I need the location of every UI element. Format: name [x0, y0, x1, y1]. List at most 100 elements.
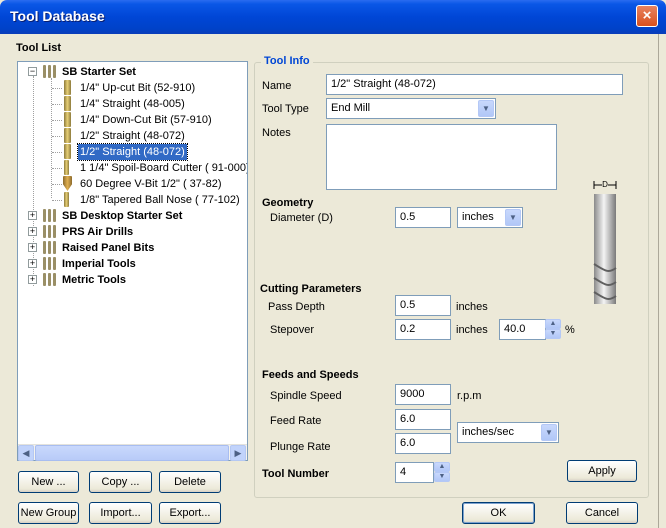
- notes-textarea[interactable]: [326, 124, 557, 190]
- tree-item-label: 1/4" Straight (48-005): [80, 98, 185, 110]
- spin-up-icon[interactable]: ▲: [434, 462, 450, 472]
- ok-button[interactable]: OK: [462, 502, 535, 524]
- chevron-down-icon[interactable]: ▼: [541, 424, 557, 441]
- scrollbar-thumb[interactable]: [35, 445, 229, 461]
- feeds-speeds-title: Feeds and Speeds: [262, 369, 359, 381]
- plunge-rate-label: Plunge Rate: [270, 441, 331, 453]
- tree-item-label: 1/4" Up-cut Bit (52-910): [80, 82, 196, 94]
- expand-icon[interactable]: +: [28, 243, 37, 252]
- window-title: Tool Database: [10, 8, 105, 24]
- pass-depth-label: Pass Depth: [268, 301, 325, 313]
- scroll-right-arrow-icon[interactable]: ▶: [230, 445, 246, 461]
- tool-group-icon: [42, 273, 60, 286]
- tool-number-label: Tool Number: [262, 468, 330, 480]
- tree-horizontal-scrollbar[interactable]: ◀ ▶: [18, 444, 247, 461]
- end-mill-bit-icon: [64, 128, 71, 143]
- end-mill-bit-icon: [64, 144, 71, 159]
- tree-connector: [52, 88, 62, 89]
- tree-connector: [52, 168, 62, 169]
- tree-connector: [52, 104, 62, 105]
- stepover-percent-field[interactable]: 40.0: [499, 319, 546, 340]
- tree-group-label: Metric Tools: [62, 274, 126, 286]
- tree-group-label: PRS Air Drills: [62, 226, 134, 238]
- tree-connector: [52, 152, 62, 153]
- tree-item-label: 1/8" Tapered Ball Nose ( 77-102): [80, 194, 240, 206]
- tool-name-field[interactable]: 1/2" Straight (48-072): [326, 74, 623, 95]
- diameter-field[interactable]: 0.5: [395, 207, 451, 228]
- plunge-rate-field[interactable]: 6.0: [395, 433, 451, 454]
- window-right-edge: [658, 34, 666, 528]
- tree-line-root: [33, 76, 34, 286]
- tool-info-title: Tool Info: [261, 55, 313, 67]
- new-tool-button[interactable]: New ...: [18, 471, 79, 493]
- stepover-field[interactable]: 0.2: [395, 319, 451, 340]
- spindle-speed-label: Spindle Speed: [270, 390, 342, 402]
- cancel-button[interactable]: Cancel: [566, 502, 638, 524]
- copy-tool-button[interactable]: Copy ...: [89, 471, 152, 493]
- end-mill-bit-icon: [64, 112, 71, 127]
- tree-line-children: [51, 78, 52, 198]
- spin-down-icon[interactable]: ▼: [434, 472, 450, 482]
- rate-units-value: inches/sec: [462, 426, 514, 438]
- name-label: Name: [262, 80, 292, 92]
- diameter-label: Diameter (D): [270, 212, 333, 224]
- expand-icon[interactable]: +: [28, 227, 37, 236]
- collapse-icon[interactable]: −: [28, 67, 37, 76]
- tool-group-icon: [42, 257, 60, 270]
- tree-item-label: 1/4" Down-Cut Bit (57-910): [80, 114, 212, 126]
- spindle-speed-unit: r.p.m: [457, 390, 482, 402]
- tool-type-select[interactable]: End Mill ▼: [326, 98, 496, 119]
- expand-icon[interactable]: +: [28, 275, 37, 284]
- tree-item-label: 60 Degree V-Bit 1/2" ( 37-82): [80, 178, 222, 190]
- diameter-units-value: inches: [462, 211, 494, 223]
- expand-icon[interactable]: +: [28, 211, 37, 220]
- ball-nose-bit-icon: [64, 192, 69, 207]
- chevron-down-icon[interactable]: ▼: [478, 100, 494, 117]
- tree-connector: [52, 200, 62, 201]
- import-button[interactable]: Import...: [89, 502, 152, 524]
- spindle-speed-field[interactable]: 9000: [395, 384, 451, 405]
- v-bit-icon: [63, 176, 72, 191]
- end-mill-bit-icon: [64, 80, 71, 95]
- pass-depth-unit: inches: [456, 301, 488, 313]
- chevron-down-icon[interactable]: ▼: [505, 209, 521, 226]
- tool-number-spinner[interactable]: ▲ ▼: [434, 462, 450, 483]
- tree-group-label: Imperial Tools: [62, 258, 136, 270]
- spin-up-icon[interactable]: ▲: [545, 319, 561, 329]
- new-group-button[interactable]: New Group: [18, 502, 79, 524]
- stepover-unit: inches: [456, 324, 488, 336]
- tree-group-label: Raised Panel Bits: [62, 242, 155, 254]
- delete-tool-button[interactable]: Delete: [159, 471, 221, 493]
- tool-group-icon: [42, 225, 60, 238]
- tree-item-label: 1/2" Straight (48-072): [77, 143, 188, 161]
- tool-type-value: End Mill: [331, 102, 371, 114]
- cutting-parameters-title: Cutting Parameters: [260, 283, 362, 295]
- diameter-units-select[interactable]: inches ▼: [457, 207, 523, 228]
- rate-units-select[interactable]: inches/sec ▼: [457, 422, 559, 443]
- stepover-label: Stepover: [270, 324, 315, 336]
- tree-connector: [52, 120, 62, 121]
- tool-group-icon: [42, 241, 60, 254]
- stepover-spinner[interactable]: ▲ ▼: [545, 319, 561, 340]
- end-mill-bit-icon: [64, 96, 71, 111]
- tool-group-icon: [42, 209, 60, 222]
- expand-icon[interactable]: +: [28, 259, 37, 268]
- tree-item-label: 1/2" Straight (48-072): [80, 130, 185, 142]
- tool-database-window: Tool Database × Tool List − SB Starter S…: [0, 0, 666, 528]
- tool-group-icon: [42, 65, 60, 78]
- feed-rate-field[interactable]: 6.0: [395, 409, 451, 430]
- close-button[interactable]: ×: [636, 5, 658, 27]
- tree-group-label: SB Desktop Starter Set: [62, 210, 183, 222]
- geometry-title: Geometry: [262, 197, 314, 209]
- tool-diagram: D: [590, 178, 620, 308]
- diagram-d-label: D: [602, 180, 608, 189]
- tool-number-field[interactable]: 4: [395, 462, 434, 483]
- notes-label: Notes: [262, 127, 291, 139]
- tool-tree[interactable]: − SB Starter Set 1/4" Up-cut Bit (52-910…: [17, 61, 248, 461]
- pass-depth-field[interactable]: 0.5: [395, 295, 451, 316]
- spin-down-icon[interactable]: ▼: [545, 329, 561, 339]
- title-bar[interactable]: Tool Database ×: [0, 0, 666, 34]
- export-button[interactable]: Export...: [159, 502, 221, 524]
- scroll-left-arrow-icon[interactable]: ◀: [18, 445, 34, 461]
- apply-button[interactable]: Apply: [567, 460, 637, 482]
